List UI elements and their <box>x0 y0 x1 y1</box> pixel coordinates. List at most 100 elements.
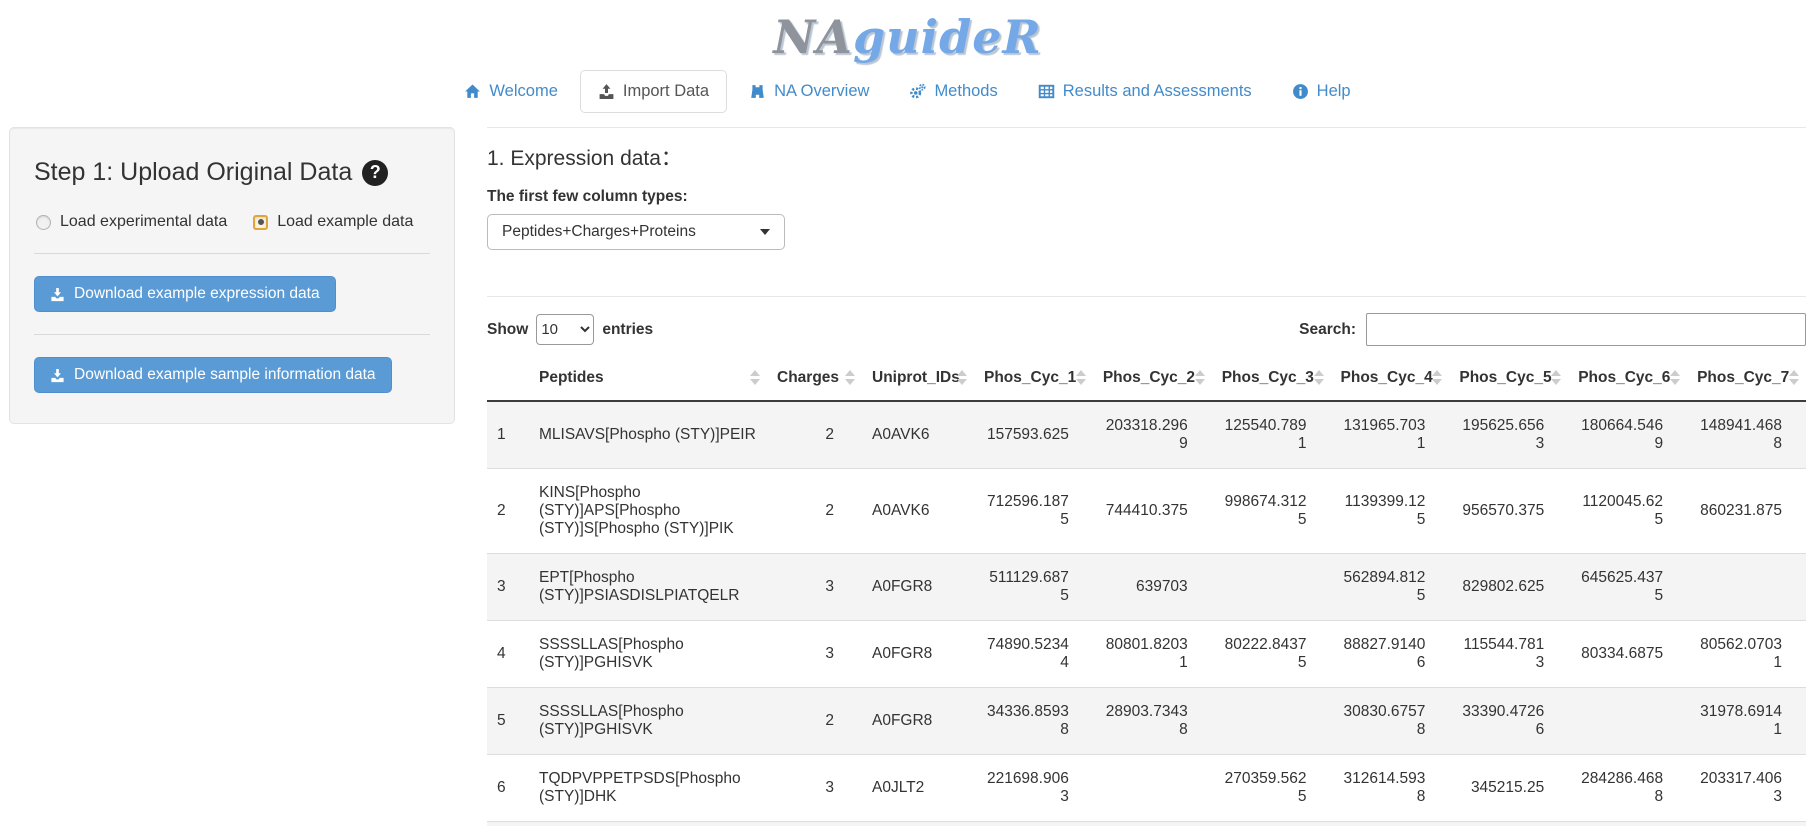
search-label: Search: <box>1299 321 1356 339</box>
sort-icon <box>1551 370 1561 385</box>
column-header-phos-cyc-5[interactable]: Phos_Cyc_5 <box>1449 356 1568 401</box>
column-header-label: Phos_Cyc_3 <box>1222 369 1314 386</box>
column-header-phos-cyc-2[interactable]: Phos_Cyc_2 <box>1093 356 1212 401</box>
column-header-peptides[interactable]: Peptides <box>529 356 767 401</box>
column-header-label: Peptides <box>539 369 604 386</box>
value-cell: 80222.84375 <box>1212 621 1331 688</box>
column-header-label: Phos_Cyc_6 <box>1578 369 1670 386</box>
column-header-rownames[interactable] <box>487 356 529 401</box>
table-icon <box>1038 83 1055 100</box>
column-types-dropdown[interactable]: Peptides+Charges+Proteins <box>487 214 785 250</box>
value-cell: 248274.0156 <box>974 822 1093 826</box>
tab-na-overview[interactable]: NA Overview <box>731 70 887 113</box>
column-types-selected-value: Peptides+Charges+Proteins <box>502 223 696 241</box>
peptide-cell: SSSSLLAS[Phospho (STY)]PGHISVK <box>529 688 767 755</box>
column-header-uniprot-ids[interactable]: Uniprot_IDs <box>862 356 974 401</box>
value-cell: 285275.5 <box>1568 822 1687 826</box>
tab-label: NA Overview <box>774 82 869 101</box>
radio-load-experimental-data[interactable]: Load experimental data <box>36 213 227 231</box>
value-cell: 203318.2969 <box>1093 401 1212 469</box>
tab-label: Methods <box>934 82 997 101</box>
value-cell: 712596.1875 <box>974 469 1093 554</box>
value-cell: 80334.6875 <box>1568 621 1687 688</box>
tab-label: Welcome <box>489 82 557 101</box>
column-header-label: Uniprot_IDs <box>872 369 960 386</box>
sort-icon <box>1195 370 1205 385</box>
sort-icon <box>957 370 967 385</box>
value-cell: 28903.73438 <box>1093 688 1212 755</box>
uniprot-cell: A0AVK6 <box>862 469 974 554</box>
peptide-cell: SSSSLLAS[Phospho (STY)]PGHISVK <box>529 621 767 688</box>
value-cell: 221698.9063 <box>974 755 1093 822</box>
gears-icon <box>909 83 926 100</box>
column-header-phos-cyc-7[interactable]: Phos_Cyc_7 <box>1687 356 1806 401</box>
uniprot-cell: A0FGR8 <box>862 621 974 688</box>
divider <box>487 127 1806 128</box>
upload-icon <box>598 83 615 100</box>
value-cell: 195625.6563 <box>1449 401 1568 469</box>
question-circle-icon[interactable] <box>362 160 388 186</box>
charge-cell: 2 <box>767 401 862 469</box>
value-cell: 316457.7188 <box>1331 822 1450 826</box>
section-title: 1. Expression data： <box>487 142 1806 172</box>
charge-cell: 3 <box>767 621 862 688</box>
value-cell <box>1568 688 1687 755</box>
info-icon <box>1292 83 1309 100</box>
value-cell: 80562.07031 <box>1687 621 1806 688</box>
value-cell: 270359.5625 <box>1212 755 1331 822</box>
uniprot-cell: A0FGR8 <box>862 554 974 621</box>
column-header-phos-cyc-6[interactable]: Phos_Cyc_6 <box>1568 356 1687 401</box>
value-cell: 180664.5469 <box>1568 401 1687 469</box>
value-cell: 562894.8125 <box>1331 554 1450 621</box>
value-cell: 956570.375 <box>1449 469 1568 554</box>
value-cell: 352716.75 <box>1449 822 1568 826</box>
sort-icon <box>1789 370 1799 385</box>
tab-label: Import Data <box>623 82 709 101</box>
value-cell: 331924.5625 <box>1687 822 1806 826</box>
tab-import-data[interactable]: Import Data <box>580 70 727 113</box>
uniprot-cell: A0JNW5 <box>862 822 974 826</box>
value-cell: 31978.69141 <box>1687 688 1806 755</box>
tab-help[interactable]: Help <box>1274 70 1369 113</box>
entries-select[interactable]: 10 <box>536 314 594 345</box>
search-input[interactable] <box>1366 313 1806 346</box>
value-cell: 645625.4375 <box>1568 554 1687 621</box>
tab-results-and-assessments[interactable]: Results and Assessments <box>1020 70 1270 113</box>
charge-cell: 3 <box>767 822 862 826</box>
download-expression-data-button[interactable]: Download example expression data <box>34 276 336 312</box>
value-cell: 1120045.625 <box>1568 469 1687 554</box>
tab-label: Help <box>1317 82 1351 101</box>
column-header-phos-cyc-3[interactable]: Phos_Cyc_3 <box>1212 356 1331 401</box>
column-types-label: The first few column types: <box>487 188 1806 206</box>
download-sample-information-button[interactable]: Download example sample information data <box>34 357 392 393</box>
column-header-phos-cyc-1[interactable]: Phos_Cyc_1 <box>974 356 1093 401</box>
table-row: 5SSSSLLAS[Phospho (STY)]PGHISVK2A0FGR834… <box>487 688 1806 755</box>
row-number-cell: 4 <box>487 621 529 688</box>
table-row: 1MLISAVS[Phospho (STY)]PEIR2A0AVK6157593… <box>487 401 1806 469</box>
download-icon <box>50 287 65 302</box>
sort-icon <box>1314 370 1324 385</box>
value-cell: 1139399.125 <box>1331 469 1450 554</box>
table-row: 2KINS[Phospho (STY)]APS[Phospho (STY)]S[… <box>487 469 1806 554</box>
value-cell: 998674.3125 <box>1212 469 1331 554</box>
sort-icon <box>845 370 855 385</box>
expression-data-table: PeptidesChargesUniprot_IDsPhos_Cyc_1Phos… <box>487 356 1806 826</box>
home-icon <box>464 83 481 100</box>
divider <box>487 296 1806 297</box>
charge-cell: 2 <box>767 688 862 755</box>
table-row: 4SSSSLLAS[Phospho (STY)]PGHISVK3A0FGR874… <box>487 621 1806 688</box>
sort-icon <box>750 370 760 385</box>
app-title: NAguideR <box>0 10 1815 64</box>
table-row: 7SMS[Phospho (STY)]VDLSHIPLKDPLLFK3A0JNW… <box>487 822 1806 826</box>
value-cell: 148941.4688 <box>1687 401 1806 469</box>
sort-icon <box>1076 370 1086 385</box>
divider <box>34 334 430 335</box>
app-header: NAguideR Welcome Import Data NA Overview Me… <box>0 10 1815 113</box>
tab-welcome[interactable]: Welcome <box>446 70 575 113</box>
radio-load-example-data[interactable]: Load example data <box>253 213 413 231</box>
column-header-phos-cyc-4[interactable]: Phos_Cyc_4 <box>1331 356 1450 401</box>
value-cell: 30830.67578 <box>1331 688 1450 755</box>
column-header-charges[interactable]: Charges <box>767 356 862 401</box>
tab-methods[interactable]: Methods <box>891 70 1015 113</box>
sort-icon <box>1670 370 1680 385</box>
